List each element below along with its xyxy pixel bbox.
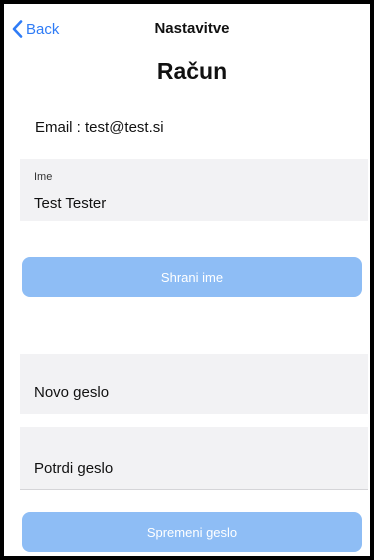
confirm-password-field[interactable]: Potrdi geslo xyxy=(20,427,368,490)
email-label: Email : xyxy=(35,119,81,136)
nav-title: Nastavitve xyxy=(154,20,230,37)
account-screen: Back Nastavitve Račun Email : test@test.… xyxy=(4,4,370,556)
name-input[interactable]: Test Tester xyxy=(34,195,106,212)
name-field-label: Ime xyxy=(34,171,53,183)
new-password-input[interactable]: Novo geslo xyxy=(34,384,109,401)
change-password-button[interactable]: Spremeni geslo xyxy=(22,512,362,552)
name-field[interactable]: Ime Test Tester xyxy=(20,159,368,221)
new-password-field[interactable]: Novo geslo xyxy=(20,354,368,414)
email-value: test@test.si xyxy=(85,119,164,136)
email-row: Email : test@test.si xyxy=(35,119,164,136)
page-title: Račun xyxy=(156,58,228,84)
save-name-button[interactable]: Shrani ime xyxy=(22,257,362,297)
navigation-bar: Back Nastavitve xyxy=(4,4,370,54)
confirm-password-input[interactable]: Potrdi geslo xyxy=(34,460,113,477)
